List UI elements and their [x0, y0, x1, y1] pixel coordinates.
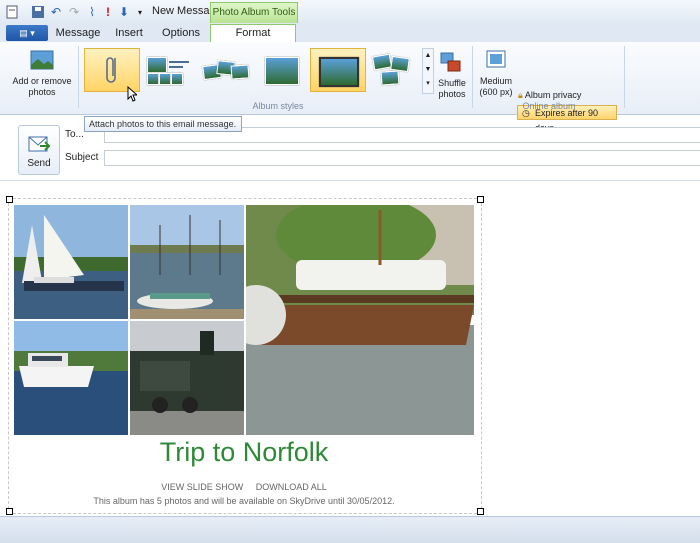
to-button[interactable]: To...: [65, 129, 84, 140]
album-photo-harbour[interactable]: [130, 205, 244, 319]
album-privacy-button[interactable]: 🔒︎ Album privacy: [518, 90, 581, 101]
add-remove-photos-button[interactable]: Add or remove photos: [10, 46, 74, 102]
album-availability-note: This album has 5 photos and will be avai…: [93, 496, 395, 506]
shuffle-icon: [440, 52, 462, 77]
gallery-scroll[interactable]: ▲ ▼ ▾: [422, 48, 434, 94]
group-label-online-album: Online album: [522, 101, 576, 111]
tab-format[interactable]: Format: [210, 24, 296, 43]
ribbon-separator: [624, 46, 625, 108]
album-photo-sailboat[interactable]: [14, 205, 128, 319]
send-label: Send: [27, 158, 51, 169]
album-photo-steam-train[interactable]: [130, 321, 244, 435]
undo-icon[interactable]: ↶: [48, 4, 64, 20]
size-icon: [486, 50, 506, 73]
send-icon: [28, 134, 52, 157]
album-style-scattered[interactable]: [198, 48, 254, 92]
tab-insert[interactable]: Insert: [104, 25, 154, 42]
send-button[interactable]: Send: [18, 125, 60, 175]
add-remove-photos-label: Add or remove photos: [12, 76, 72, 97]
album-size-dropdown[interactable]: Medium (600 px): [476, 46, 516, 102]
album-style-single[interactable]: [254, 48, 310, 92]
ribbon-tab-bar: ▤ ▾ Message Insert Options Format: [0, 24, 700, 43]
group-label-album-styles: Album styles: [252, 101, 304, 111]
album-photo-motorboat[interactable]: [14, 321, 128, 435]
shuffle-label: Shuffle photos: [438, 78, 466, 99]
ribbon-separator: [472, 46, 473, 108]
album-privacy-label: Album privacy: [524, 90, 582, 100]
shuffle-photos-button[interactable]: Shuffle photos: [436, 46, 468, 102]
resize-handle[interactable]: [6, 196, 13, 203]
album-links: VIEW SLIDE SHOW DOWNLOAD ALL: [14, 482, 474, 492]
album-style-framed[interactable]: [310, 48, 366, 92]
size-label: Medium (600 px): [479, 76, 513, 97]
subject-field[interactable]: [104, 150, 700, 166]
high-priority-icon[interactable]: !: [100, 4, 116, 20]
mouse-cursor-icon: [127, 85, 139, 105]
tooltip: Attach photos to this email message.: [84, 116, 242, 132]
lock-icon: 🔒︎: [518, 90, 523, 100]
window-title: New Messa...: [152, 5, 219, 17]
view-slide-show-link[interactable]: VIEW SLIDE SHOW: [161, 482, 243, 492]
save-icon[interactable]: [30, 4, 46, 20]
tab-options[interactable]: Options: [154, 25, 208, 42]
redo-icon[interactable]: ↷: [66, 4, 82, 20]
app-icon[interactable]: [4, 4, 20, 20]
low-priority-icon[interactable]: ⬇: [116, 4, 132, 20]
ribbon: Add or remove photos ▲ ▼ ▾ Shuffle photo…: [0, 42, 700, 133]
paperclip-icon: [102, 52, 122, 89]
album-style-stacked[interactable]: [366, 48, 422, 92]
subject-label: Subject: [65, 152, 99, 163]
album-photo-wooden-boat[interactable]: [246, 205, 474, 435]
customize-qat-icon[interactable]: ▾: [132, 4, 148, 20]
album-title: Trip to Norfolk: [159, 437, 329, 467]
tab-message[interactable]: Message: [52, 25, 104, 42]
ribbon-separator: [78, 46, 79, 108]
download-all-link[interactable]: DOWNLOAD ALL: [256, 482, 327, 492]
resize-handle[interactable]: [6, 508, 13, 515]
photo-icon: [30, 50, 54, 73]
resize-handle[interactable]: [477, 196, 484, 203]
resize-handle[interactable]: [477, 508, 484, 515]
context-tab-photo-album-tools: Photo Album Tools: [210, 2, 298, 23]
file-menu-button[interactable]: ▤ ▾: [6, 25, 48, 41]
paperclip-icon[interactable]: ⌇: [84, 4, 100, 20]
status-bar: [0, 516, 700, 543]
album-style-grid[interactable]: [142, 48, 198, 92]
title-bar: ↶ ↷ ⌇ ! ⬇ ▾ New Messa... Photo Album Too…: [0, 0, 700, 25]
